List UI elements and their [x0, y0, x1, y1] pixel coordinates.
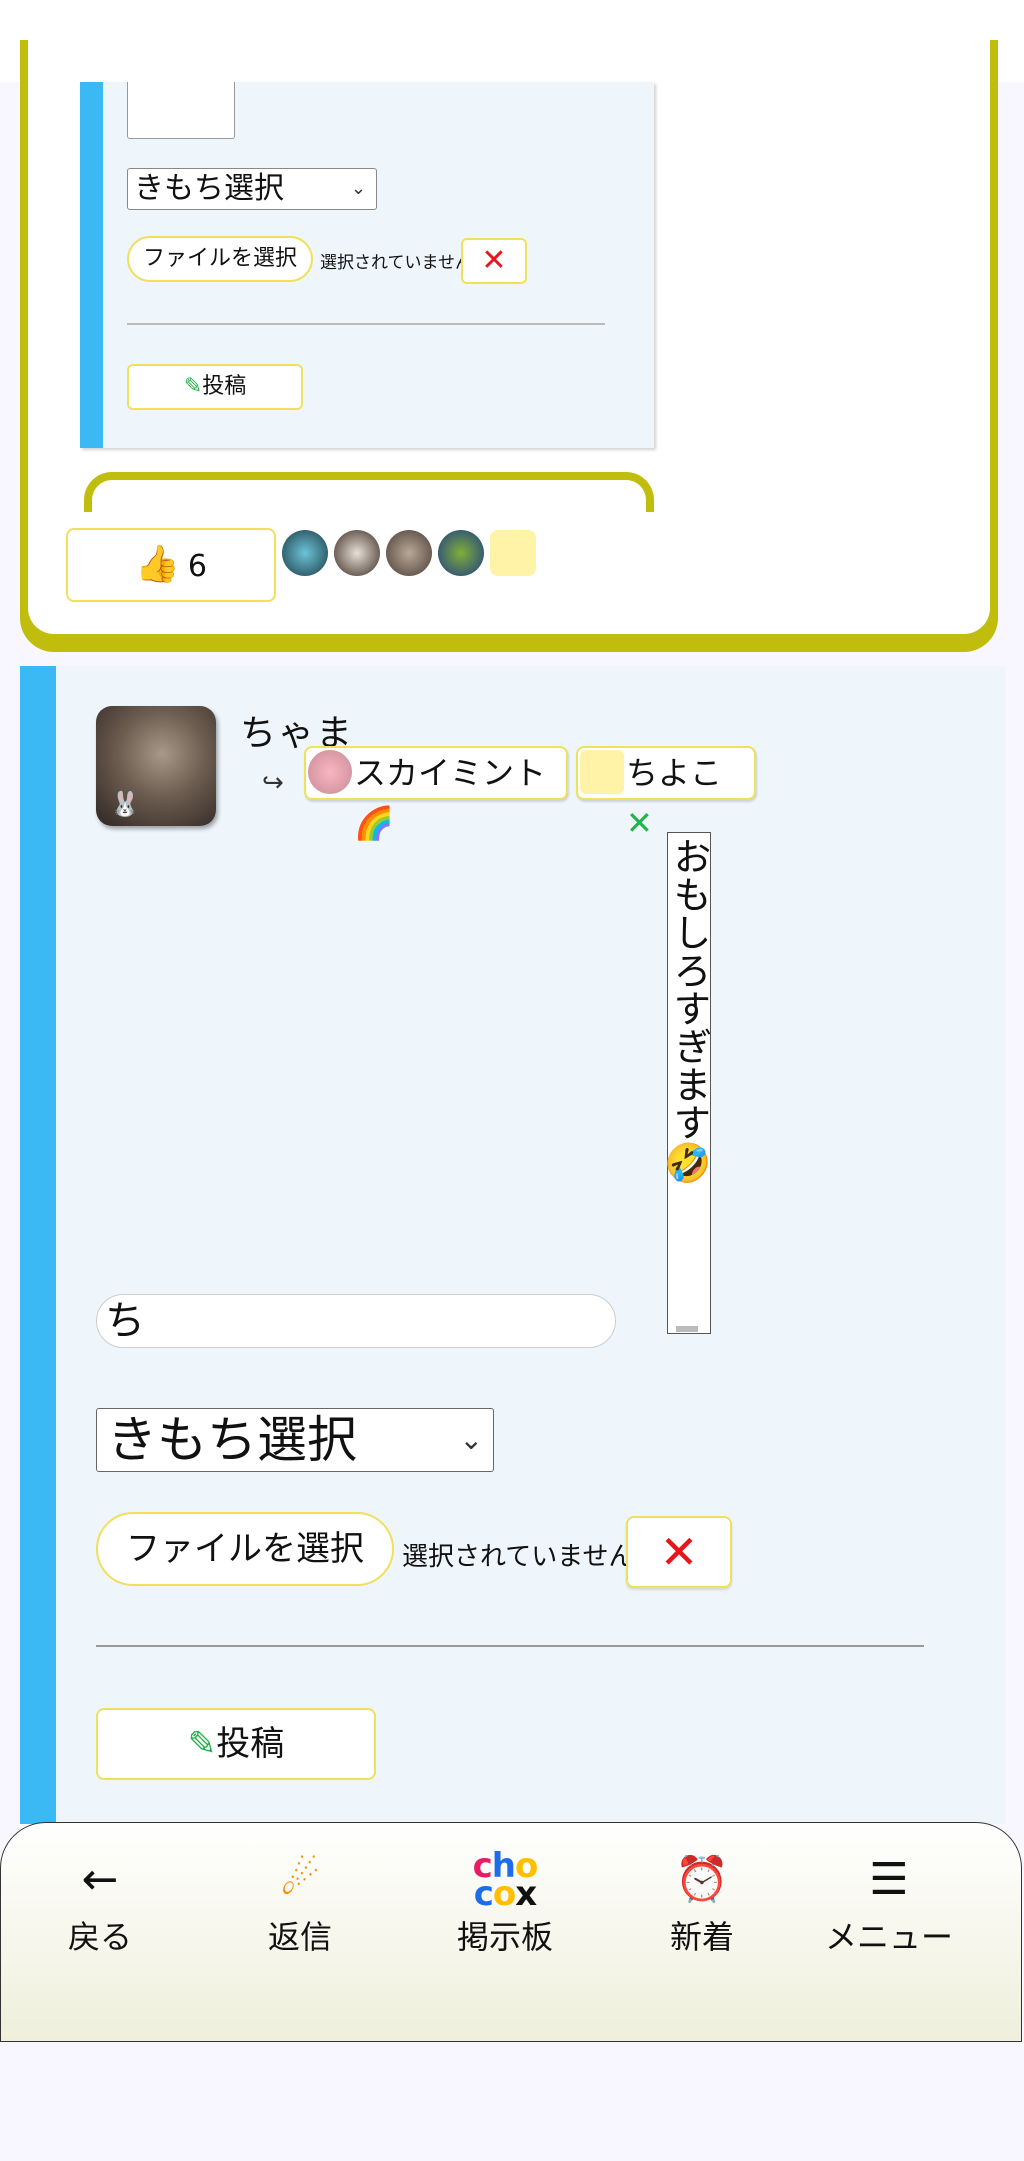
file-status: 選択されていません	[402, 1542, 635, 1572]
liker-avatar[interactable]	[490, 530, 536, 576]
previous-comment-textarea[interactable]	[127, 82, 235, 139]
previous-post-button-label: 投稿	[202, 374, 247, 399]
divider	[96, 1645, 924, 1647]
nav-reply-label: 返信	[267, 1918, 332, 1956]
nav-board-label: 掲示板	[456, 1918, 553, 1956]
comet-icon: ☄	[280, 1854, 320, 1905]
like-count: 6	[187, 549, 207, 584]
nav-menu-label: メニュー	[824, 1918, 953, 1956]
clear-file-button[interactable]: ✕	[626, 1516, 732, 1588]
nav-board[interactable]: cho cox 掲示板	[446, 1846, 564, 1958]
nav-new[interactable]: ⏰ 新着	[660, 1852, 744, 1958]
author-avatar[interactable]: 🐰	[96, 706, 216, 826]
liker-avatar[interactable]	[334, 530, 380, 576]
choco-logo-icon: cho cox	[472, 1846, 539, 1914]
reply-text-input[interactable]: ち	[96, 1294, 616, 1348]
feeling-select[interactable]: きもち選択 ⌄	[96, 1408, 494, 1472]
reply-to-icon: ↪	[262, 768, 284, 798]
nav-back-label: 戻る	[67, 1918, 132, 1956]
bunny-icon: 🐰	[110, 790, 140, 818]
remove-tag-icon[interactable]: ✕	[626, 804, 653, 842]
liker-avatar[interactable]	[282, 530, 328, 576]
liker-avatar[interactable]	[438, 530, 484, 576]
post-button[interactable]: ✎投稿	[96, 1708, 376, 1780]
previous-feeling-select-label: きもち選択	[134, 171, 284, 206]
liker-avatar[interactable]	[386, 530, 432, 576]
feeling-select-label: きもち選択	[107, 1411, 357, 1469]
previous-clear-file-button[interactable]: ✕	[461, 238, 527, 284]
pencil-icon: ✎	[187, 1724, 217, 1764]
chevron-down-icon: ⌄	[350, 178, 366, 199]
nav-menu[interactable]: ☰ メニュー	[822, 1852, 956, 1958]
previous-file-select-button[interactable]: ファイルを選択	[127, 236, 313, 282]
arrow-left-icon: ←	[81, 1854, 119, 1905]
previous-file-status: 選択されていません	[320, 253, 472, 273]
like-button[interactable]: 👍 6	[66, 528, 276, 602]
alarm-clock-icon: ⏰	[674, 1854, 730, 1905]
chip-avatar	[308, 750, 352, 794]
thumbs-up-icon: 👍	[135, 544, 180, 585]
nav-reply[interactable]: ☄ 返信	[256, 1852, 344, 1958]
hamburger-icon: ☰	[869, 1854, 909, 1905]
reply-target-chip[interactable]: ちよこ ✕	[576, 746, 756, 842]
reply-target-name: ちよこ	[626, 754, 723, 792]
nav-new-label: 新着	[669, 1918, 734, 1956]
divider	[127, 323, 605, 325]
nested-card-edge	[84, 472, 654, 512]
file-select-button[interactable]: ファイルを選択	[96, 1512, 394, 1586]
resize-handle[interactable]	[676, 1326, 698, 1332]
nav-back[interactable]: ← 戻る	[62, 1852, 138, 1958]
pencil-icon: ✎	[183, 374, 203, 399]
comment-textarea[interactable]: おもしろすぎます🤣	[667, 832, 711, 1334]
chip-avatar	[580, 750, 624, 794]
previous-feeling-select[interactable]: きもち選択 ⌄	[127, 168, 377, 210]
liker-avatars	[282, 530, 536, 578]
post-button-label: 投稿	[216, 1724, 285, 1764]
reply-target-chip[interactable]: スカイミント🌈	[304, 746, 568, 842]
chevron-down-icon: ⌄	[459, 1423, 483, 1456]
reply-post	[20, 666, 1006, 1824]
previous-post-button[interactable]: ✎投稿	[127, 364, 303, 410]
